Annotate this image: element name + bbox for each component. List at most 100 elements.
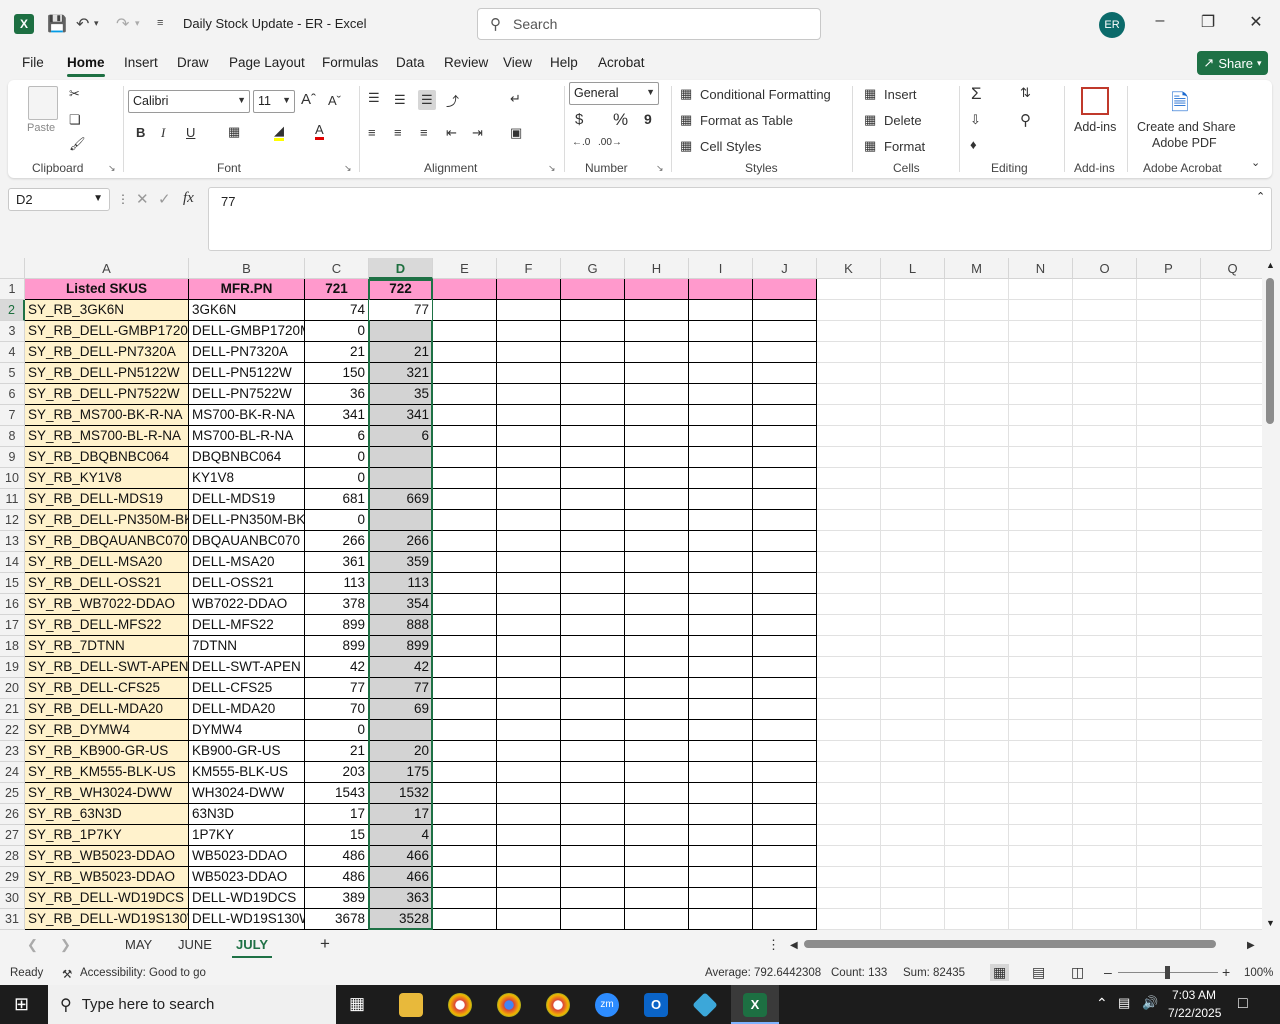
table-cell[interactable] (625, 657, 689, 678)
table-cell[interactable] (1137, 552, 1201, 573)
table-cell[interactable] (369, 468, 433, 489)
table-cell[interactable] (1201, 846, 1262, 867)
table-cell[interactable] (433, 594, 497, 615)
table-cell[interactable]: 20 (369, 741, 433, 762)
table-cell[interactable] (561, 552, 625, 573)
row-header[interactable]: 8 (0, 426, 25, 447)
format-as-table-button[interactable]: Format as Table (700, 113, 793, 128)
table-cell[interactable] (1137, 804, 1201, 825)
table-cell[interactable] (1073, 825, 1137, 846)
table-cell[interactable] (433, 867, 497, 888)
table-cell[interactable] (433, 489, 497, 510)
table-cell[interactable]: 15 (305, 825, 369, 846)
table-cell[interactable] (881, 636, 945, 657)
table-cell[interactable] (1137, 783, 1201, 804)
table-cell[interactable] (817, 888, 881, 909)
table-cell[interactable] (1201, 531, 1262, 552)
table-cell[interactable] (753, 384, 817, 405)
table-cell[interactable] (1009, 468, 1073, 489)
table-cell[interactable] (881, 615, 945, 636)
table-cell[interactable]: SY_RB_7DTNN (25, 636, 189, 657)
table-cell[interactable] (1073, 867, 1137, 888)
align-bottom-icon[interactable]: ☰ (418, 90, 436, 110)
table-cell[interactable] (1201, 510, 1262, 531)
table-cell[interactable] (817, 447, 881, 468)
row-header[interactable]: 12 (0, 510, 25, 531)
table-cell[interactable] (945, 594, 1009, 615)
wrap-text-icon[interactable]: ↵ (510, 91, 521, 107)
table-cell[interactable] (1009, 405, 1073, 426)
table-cell[interactable] (945, 531, 1009, 552)
table-cell[interactable] (369, 447, 433, 468)
table-cell[interactable] (1201, 657, 1262, 678)
table-cell[interactable] (945, 783, 1009, 804)
table-cell[interactable] (1201, 300, 1262, 321)
table-cell[interactable]: 6 (369, 426, 433, 447)
table-cell[interactable] (689, 384, 753, 405)
table-cell[interactable] (1009, 720, 1073, 741)
table-cell[interactable] (1137, 678, 1201, 699)
table-cell[interactable] (1137, 720, 1201, 741)
clock-time[interactable]: 7:03 AM (1172, 988, 1216, 1002)
table-cell[interactable] (625, 489, 689, 510)
table-cell[interactable] (689, 699, 753, 720)
table-cell[interactable] (497, 825, 561, 846)
row-header[interactable]: 7 (0, 405, 25, 426)
table-cell[interactable] (497, 363, 561, 384)
table-cell[interactable] (625, 699, 689, 720)
table-cell[interactable] (1137, 363, 1201, 384)
table-cell[interactable]: SY_RB_DYMW4 (25, 720, 189, 741)
column-header-l[interactable]: L (881, 258, 945, 279)
table-cell[interactable]: 466 (369, 846, 433, 867)
table-cell[interactable] (689, 783, 753, 804)
clock-date[interactable]: 7/22/2025 (1168, 1006, 1221, 1020)
table-cell[interactable] (561, 615, 625, 636)
header-cell[interactable]: MFR.PN (189, 279, 305, 300)
row-header[interactable]: 2 (0, 300, 25, 321)
table-cell[interactable] (1201, 741, 1262, 762)
page-layout-view-icon[interactable]: ▤ (1032, 964, 1045, 981)
header-cell[interactable] (497, 279, 561, 300)
table-cell[interactable] (1201, 783, 1262, 804)
table-cell[interactable] (1201, 678, 1262, 699)
table-cell[interactable]: DELL-MSA20 (189, 552, 305, 573)
table-cell[interactable] (817, 384, 881, 405)
table-cell[interactable] (881, 573, 945, 594)
table-cell[interactable] (1009, 804, 1073, 825)
table-cell[interactable] (945, 615, 1009, 636)
table-cell[interactable] (1009, 426, 1073, 447)
table-cell[interactable] (1073, 678, 1137, 699)
table-cell[interactable]: DYMW4 (189, 720, 305, 741)
table-cell[interactable]: SY_RB_1P7KY (25, 825, 189, 846)
table-cell[interactable] (625, 720, 689, 741)
table-cell[interactable] (497, 342, 561, 363)
table-cell[interactable] (561, 636, 625, 657)
table-cell[interactable] (369, 720, 433, 741)
table-cell[interactable]: DBQBNBC064 (189, 447, 305, 468)
table-cell[interactable] (753, 909, 817, 930)
table-cell[interactable] (561, 909, 625, 930)
table-cell[interactable] (817, 321, 881, 342)
table-cell[interactable] (817, 468, 881, 489)
font-size-combo[interactable]: 11 ▼ (253, 90, 295, 113)
table-cell[interactable]: 3678 (305, 909, 369, 930)
row-header[interactable]: 4 (0, 342, 25, 363)
enter-icon[interactable]: ✓ (158, 190, 171, 208)
header-cell[interactable] (1073, 279, 1137, 300)
table-cell[interactable] (945, 510, 1009, 531)
alignment-launcher-icon[interactable]: ↘ (548, 163, 556, 174)
more-options-icon[interactable]: ⋮ (117, 192, 129, 206)
avatar[interactable]: ER (1099, 12, 1125, 38)
outlook-icon[interactable]: O (644, 993, 668, 1017)
row-header[interactable]: 1 (0, 279, 25, 300)
table-cell[interactable]: WB7022-DDAO (189, 594, 305, 615)
table-cell[interactable] (689, 573, 753, 594)
fill-color-icon[interactable]: ◢ (274, 124, 284, 141)
table-cell[interactable] (625, 594, 689, 615)
create-pdf-line1[interactable]: Create and Share (1137, 120, 1236, 134)
restore-icon[interactable]: ❐ (1196, 12, 1220, 32)
search-box[interactable]: ⚲ Search (477, 8, 821, 40)
table-cell[interactable] (881, 720, 945, 741)
table-cell[interactable] (433, 846, 497, 867)
table-cell[interactable] (497, 699, 561, 720)
